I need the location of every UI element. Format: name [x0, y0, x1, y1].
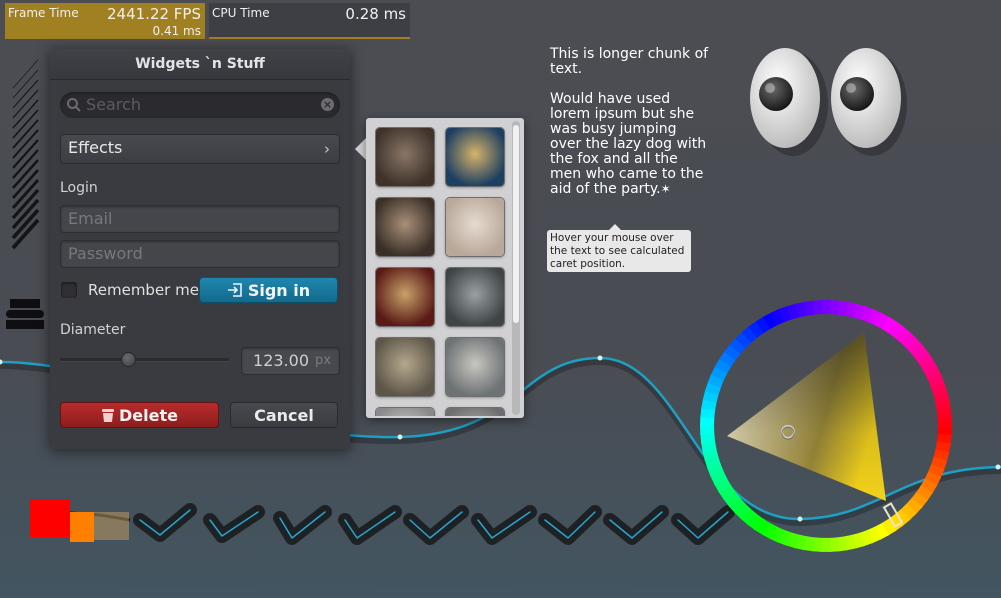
- delete-label: Delete: [119, 406, 178, 425]
- caret-sparkle-icon: ✶: [660, 182, 671, 196]
- eyes-graphic: [750, 48, 907, 156]
- kitten-thumbnail[interactable]: [446, 268, 504, 326]
- partial-thumbnail-2[interactable]: [446, 408, 504, 416]
- paragraph-text[interactable]: This is longer chunk of text. Would have…: [550, 47, 710, 212]
- search-icon: [67, 98, 81, 112]
- paragraph-2-text: Would have used lorem ipsum but she was …: [550, 91, 707, 197]
- login-label: Login: [60, 180, 98, 196]
- bunny-thumbnail[interactable]: [446, 198, 504, 256]
- effects-dropdown[interactable]: Effects ›: [60, 134, 340, 164]
- sign-in-button[interactable]: Sign in: [199, 277, 338, 303]
- password-field[interactable]: Password: [60, 240, 340, 268]
- partial-thumbnail-1[interactable]: [376, 408, 434, 416]
- remember-me-checkbox[interactable]: [61, 282, 77, 298]
- jellyfish-thumbnail[interactable]: [446, 128, 504, 186]
- cancel-button[interactable]: Cancel: [230, 402, 338, 428]
- dog-nose-thumbnail[interactable]: [376, 128, 434, 186]
- cpu-time-graph: CPU Time 0.28 ms: [209, 3, 410, 39]
- popup-scrollbar[interactable]: [512, 121, 520, 415]
- frame-fps-value: 2441.22 FPS: [107, 5, 201, 23]
- cpu-time-label: CPU Time: [212, 6, 270, 20]
- diameter-number-field[interactable]: 123.00 px: [241, 347, 340, 375]
- pirate-cat-thumbnail[interactable]: [376, 268, 434, 326]
- diameter-slider-knob[interactable]: [121, 352, 136, 367]
- diameter-label: Diameter: [60, 322, 126, 338]
- search-input[interactable]: Search ×: [60, 92, 340, 118]
- widgets-window: Widgets `n Stuff Search × Effects › Logi…: [50, 49, 350, 449]
- mouse-thumbnail[interactable]: [446, 338, 504, 396]
- trash-icon: [102, 409, 115, 422]
- squirrel-thumbnail[interactable]: [376, 198, 434, 256]
- diameter-slider-track[interactable]: [60, 358, 229, 361]
- popup-arrow: [355, 138, 366, 160]
- thumbnail-grid: [375, 127, 507, 416]
- effects-label: Effects: [68, 138, 123, 157]
- line-width-samples: [11, 59, 40, 250]
- cpu-ms-value: 0.28 ms: [345, 5, 406, 23]
- diameter-unit: px: [315, 353, 331, 368]
- email-field[interactable]: Email: [60, 205, 340, 233]
- joint-samples: [30, 499, 735, 545]
- caps-samples: [6, 299, 44, 329]
- color-triangle: [727, 333, 904, 528]
- frame-time-graph: Frame Time 2441.22 FPS 0.41 ms: [5, 3, 205, 39]
- password-placeholder: Password: [68, 244, 143, 263]
- search-placeholder: Search: [86, 95, 141, 114]
- tortoise-thumbnail[interactable]: [376, 338, 434, 396]
- login-icon: [227, 283, 242, 297]
- email-placeholder: Email: [68, 209, 113, 228]
- paragraph-2: Would have used lorem ipsum but she was …: [550, 92, 710, 197]
- sign-in-label: Sign in: [247, 281, 311, 300]
- image-popup: [366, 118, 524, 418]
- cancel-label: Cancel: [254, 406, 314, 425]
- delete-button[interactable]: Delete: [60, 402, 219, 428]
- hue-ring-segment: [937, 417, 952, 428]
- frame-time-label: Frame Time: [8, 6, 79, 20]
- remember-me-label[interactable]: Remember me: [88, 281, 199, 299]
- diameter-value: 123.00: [253, 351, 309, 370]
- window-title[interactable]: Widgets `n Stuff: [50, 49, 350, 80]
- paragraph-1: This is longer chunk of text.: [550, 46, 709, 77]
- tooltip: Hover your mouse over the text to see ca…: [547, 230, 691, 272]
- frame-ms-value: 0.41 ms: [152, 24, 201, 38]
- chevron-right-icon: ›: [324, 140, 330, 158]
- popup-scroll-thumb[interactable]: [513, 125, 519, 323]
- clear-search-icon[interactable]: ×: [321, 98, 334, 111]
